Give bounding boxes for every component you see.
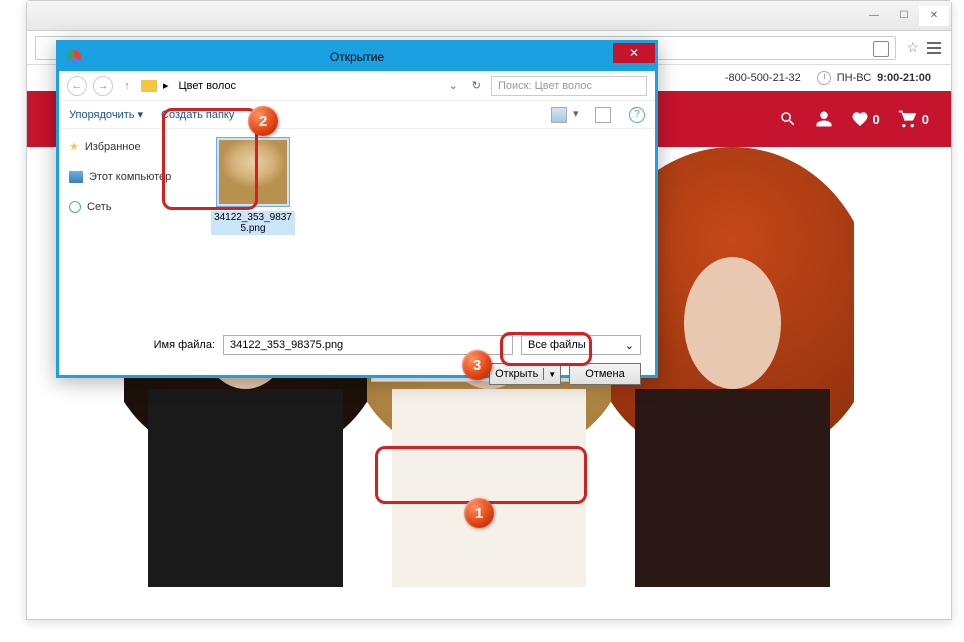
nav-up-icon[interactable]: ↑ [119,78,135,94]
filetype-filter[interactable]: Все файлы ⌄ [521,335,641,355]
preview-pane-icon[interactable] [595,107,611,123]
close-button[interactable]: ✕ [919,6,949,26]
view-dropdown-icon[interactable]: ▾ [573,107,589,123]
chevron-down-icon: ⌄ [625,339,634,352]
dialog-sidebar: ★ Избранное Этот компьютер Сеть [59,129,203,325]
filename-input[interactable] [223,335,513,355]
dialog-footer: Имя файла: Все файлы ⌄ Открыть ▼ Отмена [59,325,655,403]
filename-label: Имя файла: [154,339,215,351]
search-input[interactable]: Поиск: Цвет волос [491,76,647,96]
help-icon[interactable]: ? [629,107,645,123]
browser-titlebar: — ☐ ✕ [27,1,951,31]
hours-label: ПН-ВС [837,72,871,84]
filter-label: Все файлы [528,339,586,351]
account-icon[interactable] [815,110,833,128]
maximize-button[interactable]: ☐ [889,6,919,26]
file-list: 34122_353_98375.png [203,129,655,325]
sidebar-item-label: Сеть [87,201,111,213]
search-icon[interactable] [779,110,797,128]
new-folder-button[interactable]: Создать папку [161,109,234,121]
sidebar-item-favorites[interactable]: ★ Избранное [69,137,193,156]
hours-value: 9:00-21:00 [877,72,931,84]
sidebar-item-label: Этот компьютер [89,171,171,183]
cart-icon[interactable]: 0 [898,109,929,129]
bookmark-icon[interactable]: ☆ [906,39,919,56]
dialog-nav-bar: ← → ↑ ▸ Цвет волос ⌄ ↻ Поиск: Цвет волос [59,71,655,101]
path-dropdown-icon[interactable]: ⌄ [445,79,462,92]
nav-back-icon[interactable]: ← [67,76,87,96]
open-dropdown-icon[interactable]: ▼ [544,370,560,379]
sidebar-item-network[interactable]: Сеть [69,198,193,216]
dialog-titlebar: Открытие ✕ [59,43,655,71]
cart-count: 0 [922,112,929,127]
clock-icon [817,71,831,85]
phone-number: -800-500-21-32 [725,72,801,84]
wishlist-count: 0 [873,112,880,127]
path-breadcrumb[interactable]: Цвет волос [175,80,439,92]
refresh-icon[interactable]: ↻ [468,79,485,92]
computer-icon [69,171,83,183]
file-name-label: 34122_353_98375.png [211,211,295,235]
dialog-toolbar: Упорядочить ▾ Создать папку ▾ ? [59,101,655,129]
open-button[interactable]: Открыть ▼ [489,363,561,385]
wishlist-icon[interactable]: 0 [851,110,880,128]
folder-icon [141,80,157,92]
minimize-button[interactable]: — [859,6,889,26]
cancel-button[interactable]: Отмена [569,363,641,385]
dialog-title: Открытие [330,50,384,64]
file-open-dialog: Открытие ✕ ← → ↑ ▸ Цвет волос ⌄ ↻ Поиск:… [56,40,658,378]
nav-forward-icon[interactable]: → [93,76,113,96]
chrome-menu-icon[interactable] [925,39,943,57]
file-thumbnail[interactable]: 34122_353_98375.png [211,137,295,235]
view-mode-icon[interactable] [551,107,567,123]
organize-menu[interactable]: Упорядочить ▾ [69,108,143,121]
star-icon: ★ [69,140,79,153]
sidebar-item-computer[interactable]: Этот компьютер [69,168,193,186]
sidebar-item-label: Избранное [85,141,141,153]
dialog-close-button[interactable]: ✕ [613,43,655,63]
network-icon [69,201,81,213]
chrome-icon [67,50,81,64]
